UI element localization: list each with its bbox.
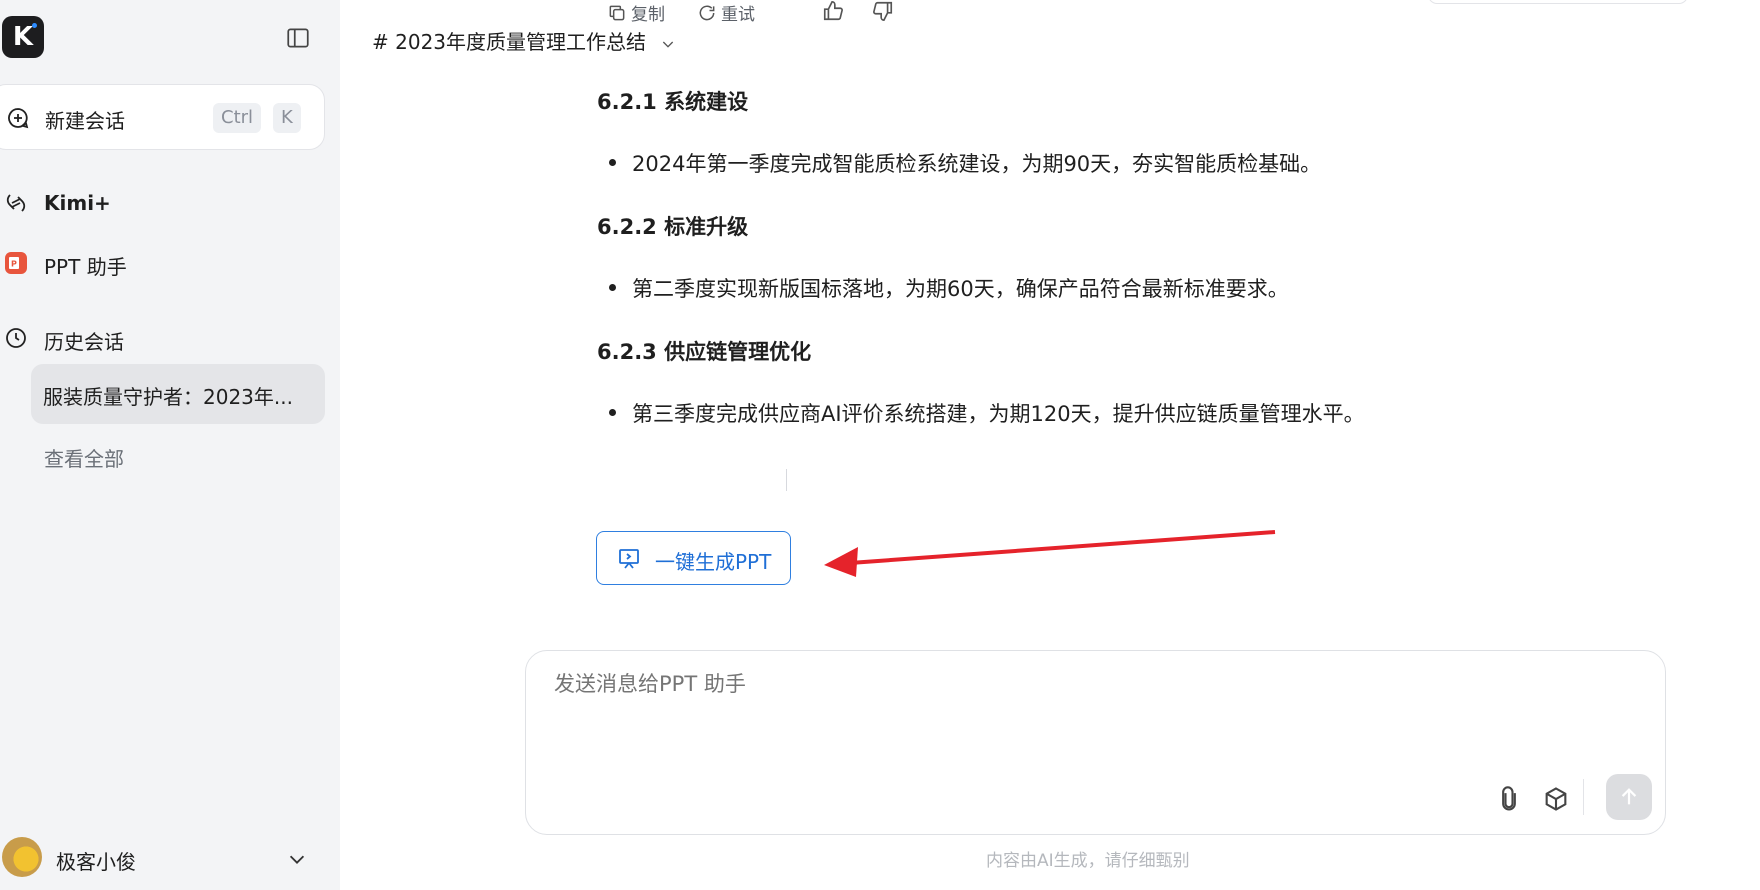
sidebar-item-history[interactable]: 历史会话 [0, 318, 330, 358]
copy-label: 复制 [631, 5, 665, 25]
avatar [2, 837, 42, 877]
sidebar-item-kimi-plus[interactable]: Kimi+ [0, 183, 330, 223]
arrow-up-icon [1621, 788, 1637, 805]
logo-letter: K [12, 22, 34, 52]
history-item-label: 服装质量守护者：2023年... [43, 385, 293, 409]
see-all-link[interactable]: 查看全部 [44, 443, 124, 472]
clock-icon [6, 328, 26, 348]
logo-dot [32, 23, 37, 28]
history-item[interactable]: 服装质量守护者：2023年... [31, 364, 325, 424]
bullet-text: 2024年第一季度完成智能质检系统建设，为期90天，夯实智能质检基础。 [632, 152, 1322, 176]
dislike-button[interactable] [872, 0, 894, 24]
action-divider [786, 469, 787, 491]
thumbs-down-icon [873, 1, 893, 21]
shortcut-k: K [273, 103, 301, 133]
section-heading: 6.2.2 标准升级 [597, 215, 749, 239]
conversation-title-text: # 2023年度质量管理工作总结 [372, 30, 647, 54]
new-chat-button[interactable]: 新建会话 Ctrl K [0, 84, 325, 150]
top-floating-chip [1428, 0, 1688, 4]
copy-icon [609, 5, 625, 20]
thumbs-up-icon [823, 1, 843, 21]
kimi-logo[interactable]: K [2, 16, 44, 58]
bullet-dot [609, 284, 616, 291]
sidebar-item-ppt-assistant[interactable]: P PPT 助手 [0, 243, 330, 283]
generate-ppt-label: 一键生成PPT [655, 550, 772, 574]
bullet-text: 第二季度实现新版国标落地，为期60天，确保产品符合最新标准要求。 [632, 277, 1289, 301]
sidebar: K 新建会话 Ctrl K Kimi+ P PPT 助手 历史会话 服装质量守护 [0, 0, 340, 890]
refresh-icon [699, 5, 715, 20]
ppt-app-icon: P [5, 252, 27, 274]
paperclip-icon[interactable] [1495, 785, 1523, 813]
bullet-dot [609, 409, 616, 416]
user-name: 极客小俊 [56, 850, 136, 874]
sidebar-toggle-icon[interactable] [285, 25, 311, 51]
retry-label: 重试 [721, 5, 755, 25]
sidebar-item-label: Kimi+ [44, 191, 111, 215]
chevron-down-icon [289, 855, 305, 864]
sidebar-item-label: PPT 助手 [44, 255, 127, 279]
message-input-box [525, 650, 1666, 835]
section-heading: 6.2.3 供应链管理优化 [597, 340, 812, 364]
ai-disclaimer: 内容由AI生成，请仔细甄别 [986, 851, 1190, 871]
copy-button[interactable]: 复制 [607, 0, 665, 25]
bullet-dot [609, 159, 616, 166]
input-divider [1583, 779, 1584, 815]
cube-icon[interactable] [1542, 785, 1570, 813]
retry-button[interactable]: 重试 [697, 0, 755, 25]
chevron-down-icon [663, 41, 674, 48]
message-input[interactable] [552, 671, 1456, 697]
svg-text:P: P [11, 260, 17, 269]
sidebar-item-label: 历史会话 [44, 330, 124, 354]
conversation-title[interactable]: # 2023年度质量管理工作总结 [372, 26, 676, 55]
new-chat-label: 新建会话 [45, 109, 125, 133]
bullet-text: 第三季度完成供应商AI评价系统搭建，为期120天，提升供应链质量管理水平。 [632, 402, 1365, 426]
generate-ppt-button[interactable]: 一键生成PPT [596, 531, 791, 585]
like-button[interactable] [822, 0, 844, 24]
shortcut-ctrl: Ctrl [213, 103, 262, 133]
presentation-icon [619, 549, 639, 569]
user-menu[interactable]: 极客小俊 [0, 835, 330, 885]
section-heading: 6.2.1 系统建设 [597, 90, 749, 114]
plus-chat-icon [8, 108, 29, 129]
kimi-plus-icon [6, 194, 26, 212]
send-button[interactable] [1606, 774, 1652, 820]
